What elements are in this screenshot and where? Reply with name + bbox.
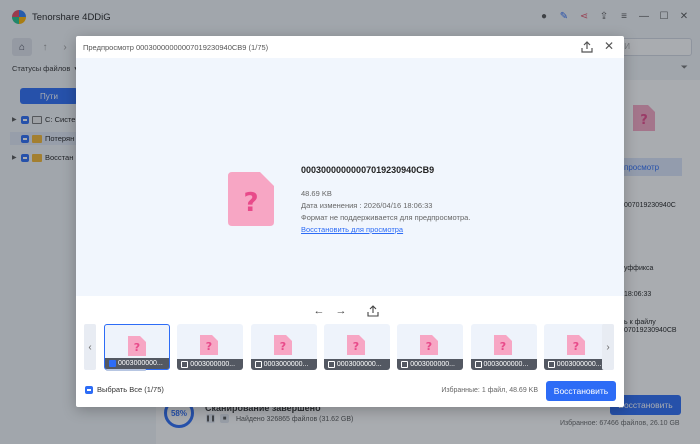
thumbnail-name: 0003000000...: [263, 361, 309, 368]
svg-text:?: ?: [206, 340, 212, 353]
select-all-checkbox[interactable]: Выбрать Все (1/75): [85, 385, 164, 394]
file-modified: Дата изменения : 2026/04/16 18:06:33: [301, 201, 433, 210]
thumbnail-name: 0003000000...: [556, 361, 602, 368]
thumbnail-label: 0003000000...: [543, 359, 610, 370]
restore-to-view-link[interactable]: Восстановить для просмотра: [301, 225, 403, 234]
preview-controls: ← →: [312, 304, 380, 318]
thumbnail-scrollbar[interactable]: [106, 369, 146, 371]
file-info: 00030000000007019230940CB9 48.69 KB Дата…: [301, 165, 470, 234]
thumbnail-label: 0003000000...: [323, 359, 390, 370]
arrow-right-icon[interactable]: →: [334, 304, 348, 318]
svg-text:?: ?: [353, 340, 359, 353]
close-icon[interactable]: ✕: [602, 39, 616, 53]
thumbnail-name: 0003000000...: [483, 361, 529, 368]
preview-dialog: Предпросмотр 00030000000007019230940CB9 …: [76, 36, 624, 407]
unknown-file-icon: ?: [273, 335, 292, 357]
thumbnail-item[interactable]: ? 0003000000...: [177, 324, 244, 370]
thumbnail-label: 0003000000...: [105, 358, 169, 369]
arrow-left-icon[interactable]: ←: [312, 304, 326, 318]
unknown-file-icon: ?: [346, 335, 365, 357]
svg-text:?: ?: [426, 340, 432, 353]
dialog-title: Предпросмотр 00030000000007019230940CB9 …: [83, 42, 269, 52]
thumbnail-label: 0003000000...: [177, 359, 244, 370]
checkbox-icon[interactable]: [254, 361, 262, 368]
thumbnail-name: 0003000000...: [190, 361, 236, 368]
file-name: 00030000000007019230940CB9: [301, 165, 435, 175]
thumbnail-name: 0003000000...: [410, 361, 455, 368]
dialog-header: Предпросмотр 00030000000007019230940CB9 …: [76, 36, 624, 58]
restore-button[interactable]: Восстановить: [546, 381, 616, 401]
file-size: 48.69 KB: [301, 189, 332, 198]
unsupported-notice: Формат не поддерживается для предпросмот…: [301, 213, 471, 222]
unknown-file-icon: ?: [128, 336, 146, 358]
preview-area: ? 00030000000007019230940CB9 48.69 KB Да…: [76, 58, 624, 296]
unknown-file-icon: ?: [200, 335, 219, 357]
thumbnail-label: 0003000000...: [397, 359, 464, 370]
share-icon[interactable]: [580, 40, 594, 54]
thumbnail-name: 0003000000...: [336, 361, 382, 368]
checkbox-icon[interactable]: [547, 361, 555, 368]
upload-icon[interactable]: [366, 304, 380, 318]
checkbox-icon[interactable]: [474, 361, 482, 368]
svg-text:?: ?: [243, 188, 258, 218]
chevron-right-icon[interactable]: ›: [602, 324, 614, 370]
thumbnail-name: 0003000000...: [118, 360, 163, 367]
unknown-file-icon: ?: [420, 335, 439, 357]
dialog-footer: Выбрать Все (1/75) Избранные: 1 файл, 48…: [76, 375, 624, 407]
favorites-summary: Избранные: 1 файл, 48.69 KB: [441, 387, 538, 394]
thumbnail-label: 0003000000...: [470, 359, 537, 370]
svg-text:?: ?: [573, 340, 579, 353]
checkbox-icon[interactable]: [85, 385, 93, 394]
checkbox-icon[interactable]: [327, 361, 335, 368]
svg-text:?: ?: [499, 340, 505, 353]
unknown-file-icon: ?: [493, 335, 512, 357]
thumbnail-item[interactable]: ? 0003000000...: [104, 324, 170, 370]
thumbnail-item[interactable]: ? 0003000000...: [543, 324, 610, 370]
checkbox-icon[interactable]: [109, 360, 116, 367]
unknown-file-icon: ?: [566, 335, 585, 357]
select-all-label: Выбрать Все (1/75): [97, 385, 164, 394]
thumbnail-item[interactable]: ? 0003000000...: [250, 324, 317, 370]
thumbnail-item[interactable]: ? 0003000000...: [397, 324, 464, 370]
thumbnail-item[interactable]: ? 0003000000...: [470, 324, 537, 370]
thumbnail-item[interactable]: ? 0003000000...: [323, 324, 390, 370]
chevron-left-icon[interactable]: ‹: [84, 324, 96, 370]
thumbnail-label: 0003000000...: [250, 359, 317, 370]
unknown-file-icon: ?: [228, 172, 274, 228]
svg-text:?: ?: [134, 341, 140, 354]
svg-text:?: ?: [279, 340, 285, 353]
thumbnail-strip: ‹ ? 0003000000...? 0003000000...? 000300000…: [84, 324, 616, 370]
checkbox-icon[interactable]: [181, 361, 189, 368]
checkbox-icon[interactable]: [401, 361, 409, 368]
